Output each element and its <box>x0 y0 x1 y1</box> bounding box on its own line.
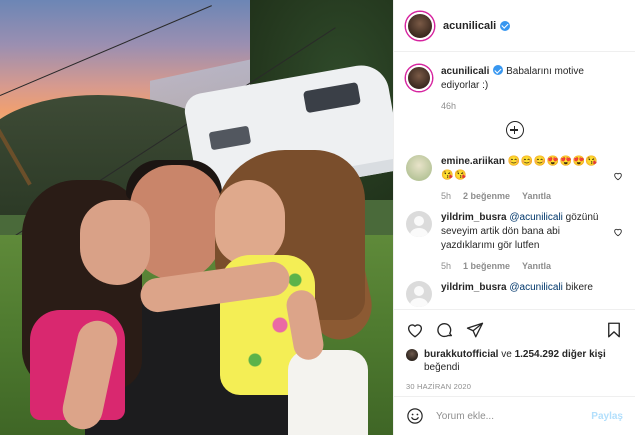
likes-connector: ve <box>501 349 512 360</box>
white-skirt <box>288 350 368 435</box>
caption-username[interactable]: acunilicali <box>441 66 489 77</box>
comment-bubble-icon[interactable] <box>436 321 454 339</box>
comment-time[interactable]: 5h <box>441 259 451 273</box>
post-comment-button[interactable]: Paylaş <box>591 411 623 422</box>
commenter-avatar[interactable] <box>406 155 432 181</box>
paper-plane-icon[interactable] <box>466 321 484 339</box>
likes-count[interactable]: 1.254.292 diğer kişi <box>515 349 606 360</box>
verified-badge-icon <box>493 65 504 75</box>
plus-circle-icon[interactable] <box>505 121 524 139</box>
post-header: acunilicali <box>394 0 635 52</box>
bookmark-icon[interactable] <box>605 321 623 339</box>
post-photo[interactable] <box>0 0 393 435</box>
post-actions: burakkutofficial ve 1.254.292 diğer kişi… <box>394 309 635 391</box>
comment-time[interactable]: 5h <box>441 189 451 203</box>
comment-mention[interactable]: @acunilicali <box>509 282 563 293</box>
camper-window <box>302 82 361 114</box>
verified-badge-icon <box>500 20 511 31</box>
heart-icon[interactable] <box>406 321 424 339</box>
commenter-username[interactable]: yildrim_busra <box>441 212 507 223</box>
caption-time[interactable]: 46h <box>441 99 456 113</box>
add-comment-bar: Yorum ekle... Paylaş <box>394 396 635 435</box>
comment-item: yildrim_busra @acunilicali gözünü seveyi… <box>406 211 623 273</box>
comment-text: bikere <box>565 282 593 293</box>
heart-icon[interactable] <box>613 227 623 237</box>
author-username[interactable]: acunilicali <box>443 20 496 32</box>
comment-item: yildrim_busra @acunilicali bikere <box>406 281 623 307</box>
commenter-username[interactable]: emine.ariikan <box>441 156 505 167</box>
heart-icon[interactable] <box>613 171 623 181</box>
comment-likes[interactable]: 2 beğenme <box>463 189 510 203</box>
likes-suffix: beğendi <box>424 362 460 373</box>
caption-avatar[interactable] <box>406 65 432 91</box>
commenter-avatar[interactable] <box>406 211 432 237</box>
reply-button[interactable]: Yanıtla <box>522 189 551 203</box>
comments-section[interactable]: acunilicali Babalarını motive ediyorlar … <box>394 53 635 308</box>
comment-likes[interactable]: 1 beğenme <box>463 259 510 273</box>
author-avatar[interactable] <box>406 11 434 40</box>
comment-item: emine.ariikan 😊😊😊😍😍😍😘😘😘 5h 2 beğenme Yan… <box>406 155 623 203</box>
post-sidebar: acunilicali acunilicali Babalarını motiv… <box>393 0 635 435</box>
instagram-post: acunilicali acunilicali Babalarını motiv… <box>0 0 635 435</box>
commenter-avatar[interactable] <box>406 281 432 307</box>
comment-mention[interactable]: @acunilicali <box>509 212 563 223</box>
caption: acunilicali Babalarını motive ediyorlar … <box>406 65 623 113</box>
camper-window <box>208 125 252 151</box>
commenter-username[interactable]: yildrim_busra <box>441 282 507 293</box>
comment-input[interactable]: Yorum ekle... <box>436 411 591 422</box>
reply-button[interactable]: Yanıtla <box>522 259 551 273</box>
load-more-comments[interactable] <box>406 121 623 139</box>
liker-avatar[interactable] <box>406 349 418 361</box>
right-girl-face <box>215 180 285 265</box>
liker-username[interactable]: burakkutofficial <box>424 349 498 360</box>
likes-summary: burakkutofficial ve 1.254.292 diğer kişi… <box>406 348 623 374</box>
left-girl-face <box>80 200 150 285</box>
smiley-icon[interactable] <box>406 407 424 425</box>
post-date[interactable]: 30 HAZİRAN 2020 <box>406 382 623 391</box>
